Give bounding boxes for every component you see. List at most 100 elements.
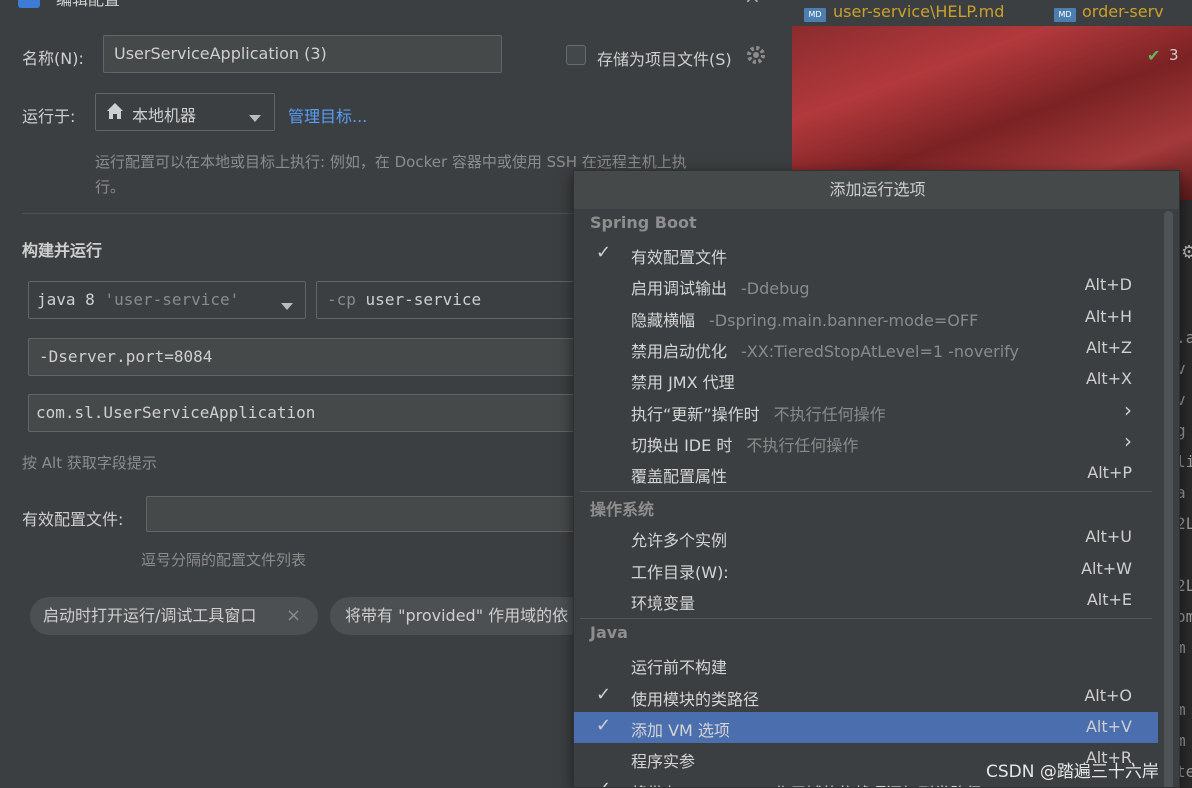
option-label-text: 程序实参	[631, 752, 696, 772]
cp-module: user-service	[365, 290, 482, 309]
option-item[interactable]: 覆盖配置属性 Alt+P	[574, 458, 1158, 489]
option-label-text: 添加 VM 选项	[631, 720, 730, 740]
option-label: 切换出 IDE 时不执行任何操作	[631, 432, 858, 456]
active-profiles-input[interactable]	[146, 496, 586, 532]
markdown-file-icon: MD	[1054, 8, 1076, 22]
option-item[interactable]: 禁用 JMX 代理 Alt+X	[574, 364, 1158, 395]
checkmark-icon: ✓	[596, 683, 612, 705]
option-label-text: 允许多个实例	[631, 531, 728, 551]
build-run-heading: 构建并运行	[22, 241, 103, 260]
option-label-text: 禁用启动优化	[631, 341, 728, 361]
option-label: 程序实参	[631, 748, 695, 772]
option-label: 启用调试输出 -Ddebug	[631, 275, 810, 299]
active-profiles-label: 有效配置文件:	[22, 510, 124, 529]
option-item[interactable]: 执行“更新”操作时 不执行任何操作 ›	[574, 396, 1158, 427]
chip-label: 将带有 "provided" 作用域的依	[345, 606, 569, 625]
option-item[interactable]: 隐藏横幅 -Dspring.main.banner-mode=OFF Alt+H	[574, 302, 1158, 333]
option-item[interactable]: 运行前不构建	[574, 649, 1158, 680]
option-label: 运行前不构建	[631, 654, 727, 678]
option-label: 添加 VM 选项	[631, 717, 730, 741]
option-label: 隐藏横幅 -Dspring.main.banner-mode=OFF	[631, 307, 978, 331]
option-item[interactable]: 允许多个实例 Alt+U	[574, 522, 1158, 553]
inspection-check-icon[interactable]: ✔	[1147, 46, 1160, 65]
option-item[interactable]: 启用调试输出 -Ddebug Alt+D	[574, 270, 1158, 301]
name-input[interactable]: UserServiceApplication (3)	[103, 35, 502, 73]
run-on-label: 运行于:	[22, 107, 76, 126]
editor-tab-bar: MD user-service\HELP.md MD order-serv	[792, 0, 1192, 26]
checkmark-icon: ✓	[596, 714, 612, 736]
group-divider	[580, 491, 1152, 493]
option-shortcut: Alt+U	[1085, 527, 1132, 547]
jdk-version: java 8	[37, 290, 95, 309]
option-label: 执行“更新”操作时 不执行任何操作	[631, 401, 886, 425]
vm-options-input[interactable]: -Dserver.port=8084	[28, 338, 588, 376]
inspection-count: 3	[1169, 46, 1179, 64]
jdk-select[interactable]: java 8 'user-service'	[28, 281, 306, 319]
option-label-text: 覆盖配置属性	[631, 467, 728, 487]
chevron-right-icon: ›	[1124, 397, 1132, 422]
option-hint: 不执行任何操作	[773, 404, 886, 424]
run-on-value: 本地机器	[132, 106, 197, 125]
option-label: 使用模块的类路径	[631, 686, 759, 710]
manage-targets-link[interactable]: 管理目标...	[288, 103, 367, 127]
chip-close-icon[interactable]: ×	[286, 597, 301, 635]
option-item[interactable]: ✓ 有效配置文件	[574, 239, 1158, 270]
option-item[interactable]: 工作目录(W): Alt+W	[574, 554, 1158, 585]
option-label-text: 执行“更新”操作时	[631, 404, 760, 424]
store-as-project-file-label: 存储为项目文件(S)	[597, 50, 732, 69]
option-shortcut: Alt+H	[1084, 306, 1132, 326]
option-shortcut: Alt+O	[1084, 685, 1132, 705]
option-item[interactable]: 环境变量 Alt+E	[574, 585, 1158, 616]
popup-title: 添加运行选项	[574, 171, 1179, 209]
chevron-down-icon	[249, 108, 261, 127]
tab-order-service[interactable]: order-serv	[1082, 2, 1164, 21]
gear-icon[interactable]	[745, 44, 767, 66]
option-label-text: 有效配置文件	[631, 248, 728, 267]
cp-flag: -cp	[327, 290, 356, 309]
section-divider	[22, 213, 582, 214]
group-header: Java	[590, 623, 628, 643]
jdk-chevron-down-icon	[281, 296, 293, 315]
close-icon[interactable]: ×	[744, 0, 761, 8]
main-class-input[interactable]: com.sl.UserServiceApplication	[28, 394, 588, 432]
option-label-text: 将带有 "provided" 作用域的依赖项添加到类路径	[631, 784, 982, 788]
option-label: 环境变量	[631, 590, 695, 614]
option-hint: -Dspring.main.banner-mode=OFF	[709, 310, 979, 330]
dialog-title: 编辑配置	[56, 0, 120, 10]
markdown-file-icon: MD	[804, 8, 826, 22]
chevron-right-icon: ›	[1124, 428, 1132, 453]
classpath-select[interactable]: -cp user-service	[316, 281, 586, 319]
name-label: 名称(N):	[22, 49, 84, 68]
watermark: CSDN @踏遍三十六岸	[986, 762, 1159, 782]
option-label: 禁用启动优化 -XX:TieredStopAtLevel=1 -noverify	[631, 338, 1019, 362]
tab-help-md[interactable]: user-service\HELP.md	[833, 2, 1004, 21]
active-profiles-hint: 逗号分隔的配置文件列表	[141, 551, 307, 569]
option-chip-provided-scope[interactable]: 将带有 "provided" 作用域的依	[330, 597, 590, 635]
option-item[interactable]: 禁用启动优化 -XX:TieredStopAtLevel=1 -noverify A…	[574, 333, 1158, 364]
option-shortcut: Alt+V	[1085, 716, 1132, 736]
intellij-logo-icon	[18, 0, 40, 8]
option-shortcut: Alt+P	[1087, 463, 1132, 483]
group-header: Spring Boot	[590, 213, 697, 232]
option-label-text: 启用调试输出	[631, 279, 728, 299]
option-label: 将带有 "provided" 作用域的依赖项添加到类路径	[631, 780, 982, 788]
add-run-options-popup: 添加运行选项 Spring Boot ✓ 有效配置文件 启用调试输出 -Ddebug Al…	[573, 170, 1180, 788]
alt-hint: 按 Alt 获取字段提示	[22, 454, 157, 472]
jdk-module: 'user-service'	[104, 290, 240, 309]
option-item[interactable]: 切换出 IDE 时不执行任何操作 ›	[574, 427, 1158, 458]
option-label: 覆盖配置属性	[631, 463, 727, 487]
option-label-text: 禁用 JMX 代理	[631, 373, 735, 393]
option-chip-open-tool-window[interactable]: 启动时打开运行/调试工具窗口 ×	[30, 597, 318, 635]
checkmark-icon: ✓	[596, 777, 612, 788]
popup-scrollbar[interactable]	[1164, 211, 1173, 787]
option-shortcut: Alt+X	[1085, 369, 1132, 389]
editor-gear-icon[interactable]: ⚙	[1181, 242, 1192, 263]
store-as-project-file-checkbox[interactable]	[566, 45, 586, 65]
option-item[interactable]: ✓ 添加 VM 选项 Alt+V	[574, 711, 1158, 743]
home-icon	[106, 102, 124, 120]
option-label: 允许多个实例	[631, 527, 727, 551]
option-item[interactable]: ✓ 使用模块的类路径 Alt+O	[574, 681, 1158, 712]
option-shortcut: Alt+E	[1086, 590, 1132, 609]
option-shortcut: Alt+W	[1081, 558, 1132, 578]
run-on-hint-line2: 行。	[95, 178, 126, 196]
